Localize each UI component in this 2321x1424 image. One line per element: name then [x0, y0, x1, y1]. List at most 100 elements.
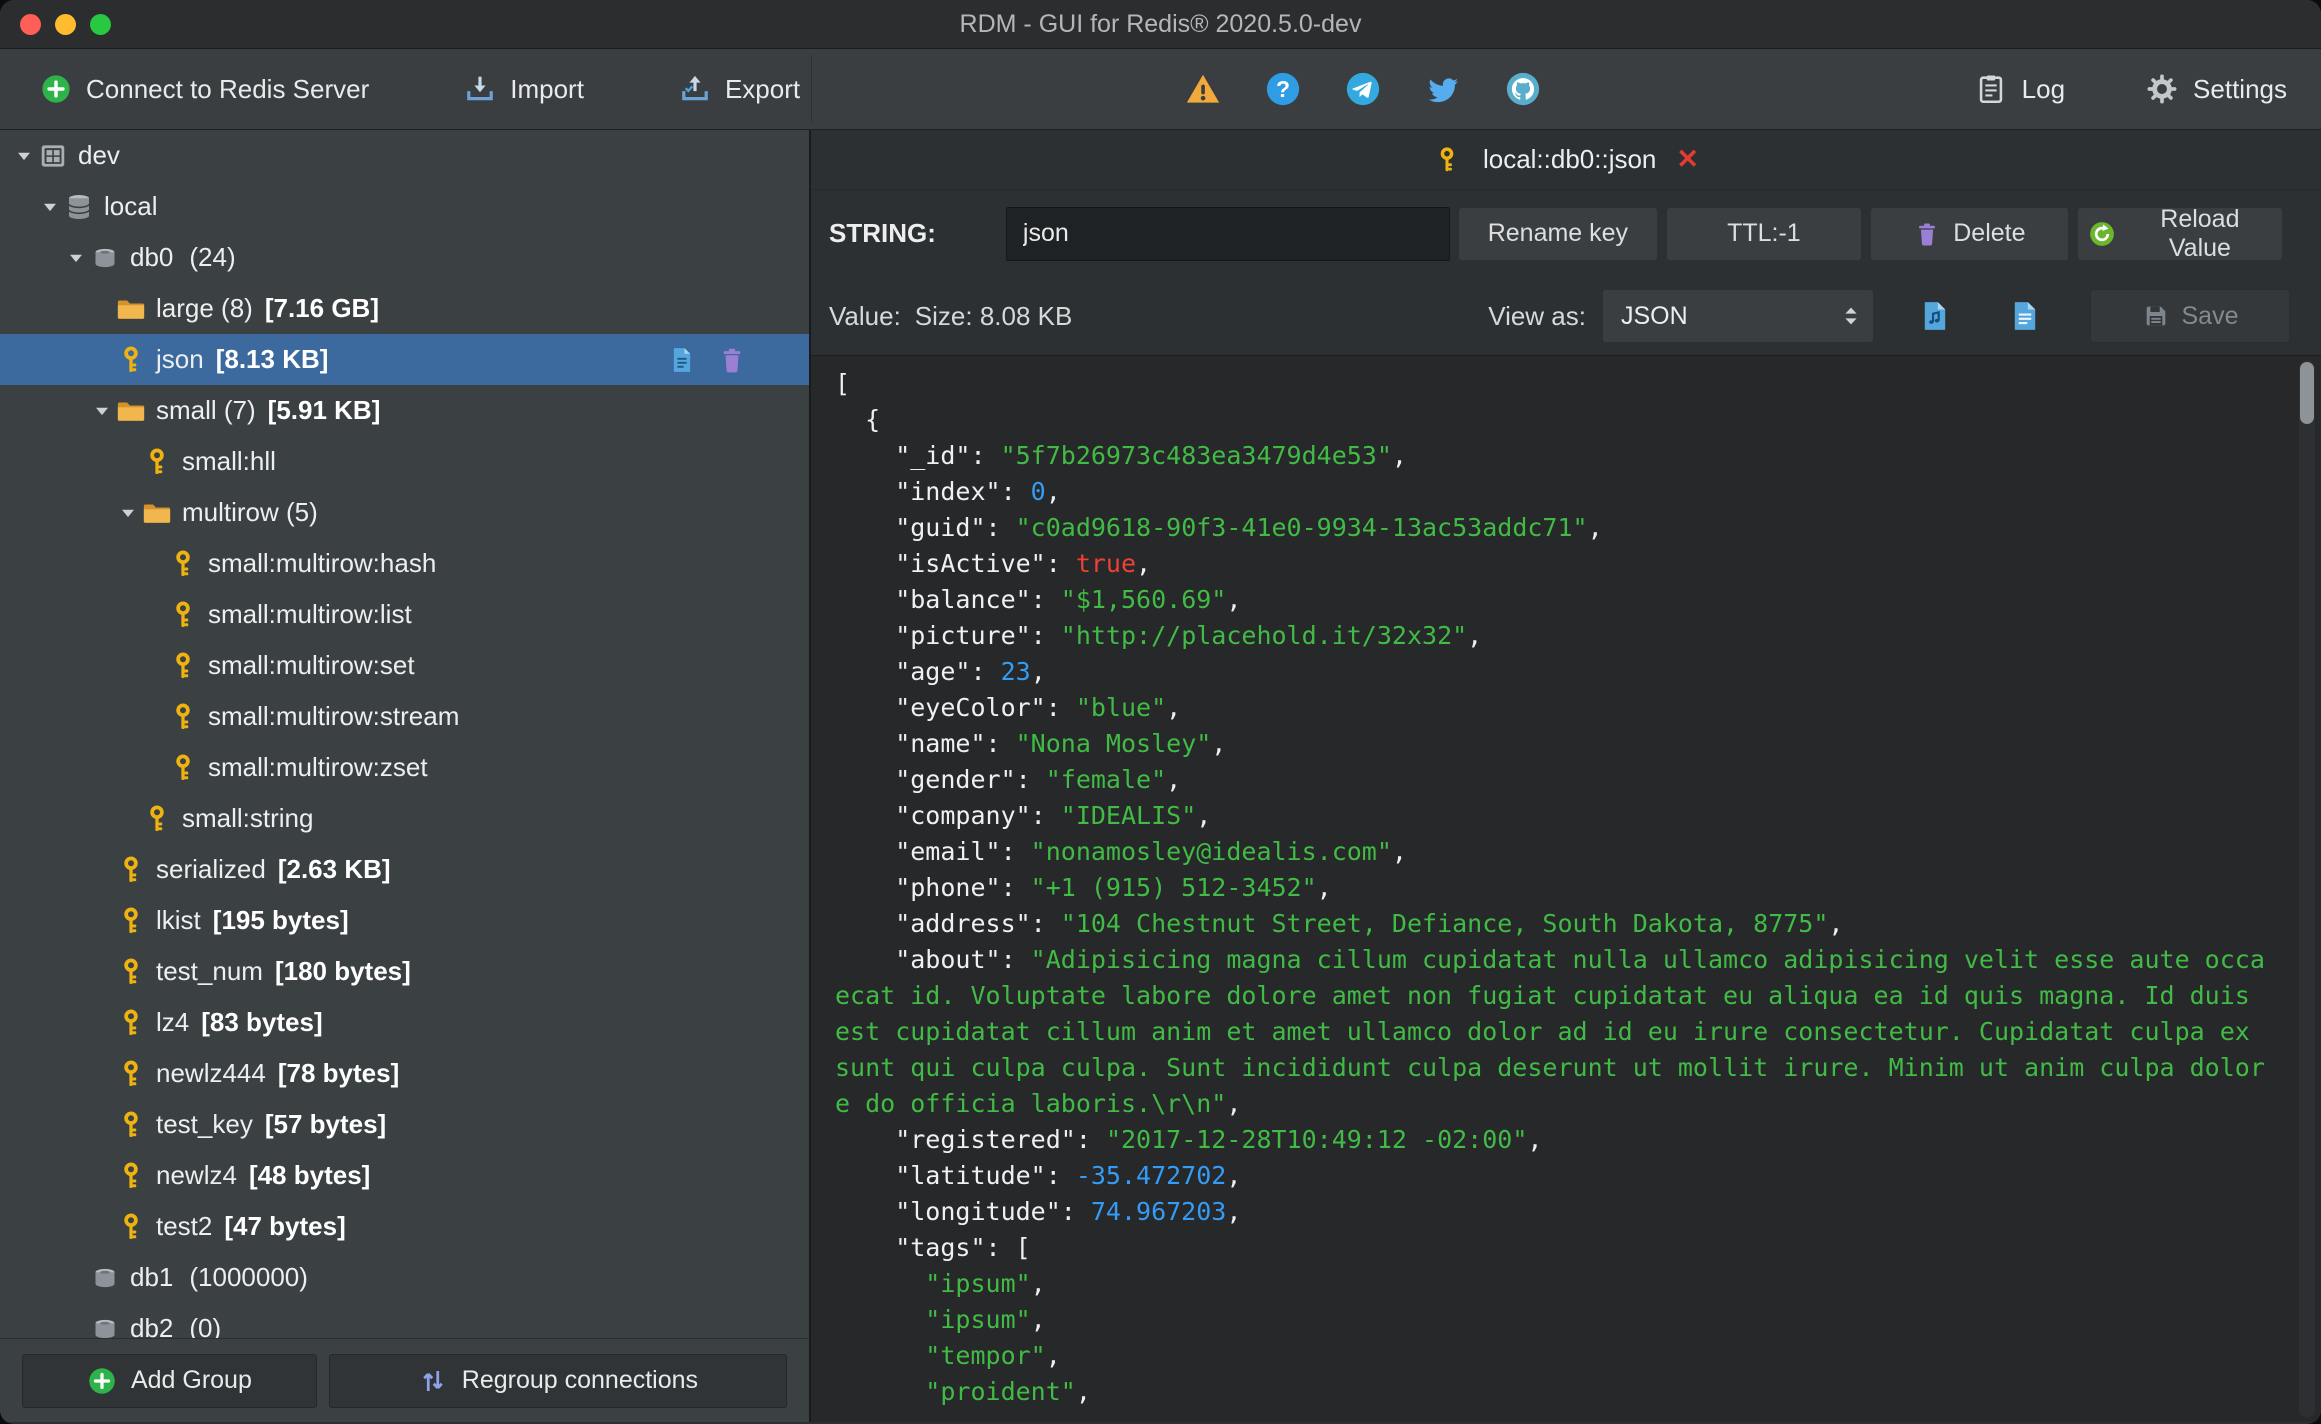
sidebar-bottom-bar: Add Group Regroup connections [0, 1338, 809, 1422]
tree-item-size: [2.63 KB] [277, 854, 391, 884]
regroup-connections-button[interactable]: Regroup connections [328, 1353, 787, 1408]
tree-item-large-8[interactable]: large (8) [7.16 GB] [0, 283, 809, 334]
tree-item-test2[interactable]: test2 [47 bytes] [0, 1201, 809, 1252]
view-as-select[interactable]: JSON [1602, 289, 1874, 343]
tree-item-small-multirow-zset[interactable]: small:multirow:zset [0, 742, 809, 793]
export-button[interactable]: Export [679, 73, 800, 105]
code-line: e do officia laboris.\r\n", [835, 1089, 1242, 1118]
tree-item-small-7[interactable]: small (7) [5.91 KB] [0, 385, 809, 436]
code-line: "name": "Nona Mosley", [835, 729, 1227, 758]
tree-item-json[interactable]: json [8.13 KB] [0, 334, 809, 385]
open-external-editor-icon[interactable] [1918, 299, 1952, 333]
database-icon [64, 192, 94, 222]
close-tab-icon[interactable]: ✕ [1676, 144, 1699, 175]
log-button[interactable]: Log [1974, 72, 2065, 106]
tree-item-small-hll[interactable]: small:hll [0, 436, 809, 487]
tree-item-small-multirow-set[interactable]: small:multirow:set [0, 640, 809, 691]
twitter-icon[interactable] [1424, 70, 1462, 108]
trash-icon [1913, 220, 1941, 248]
tree-item-multirow-5[interactable]: multirow (5) [0, 487, 809, 538]
import-button[interactable]: Import [464, 73, 584, 105]
key-icon [142, 447, 172, 477]
toolbar-right: Log Settings [1974, 49, 2287, 129]
expander-icon[interactable] [36, 196, 64, 218]
tree-item-label: small:multirow:set [208, 650, 415, 680]
editor-scrollbar-thumb[interactable] [2300, 362, 2314, 424]
close-window-button[interactable] [20, 13, 41, 35]
code-line: "phone": "+1 (915) 512-3452", [835, 873, 1332, 902]
tree-item-label: small:multirow:zset [208, 752, 428, 782]
view-as-label: View as: [1488, 300, 1586, 331]
expander-icon[interactable] [62, 247, 90, 269]
delete-key-button[interactable]: Delete [1869, 206, 2069, 261]
tree-item-label: lkist [156, 905, 201, 935]
export-icon [679, 73, 711, 105]
db-icon [90, 1263, 120, 1293]
expander-icon[interactable] [88, 400, 116, 422]
tree-item-test-num[interactable]: test_num [180 bytes] [0, 946, 809, 997]
delete-label: Delete [1953, 219, 2026, 247]
tree-item-dev[interactable]: dev [0, 130, 809, 181]
expander-icon[interactable] [10, 145, 38, 167]
key-icon [168, 702, 198, 732]
tree-item-label: small:hll [182, 446, 276, 476]
connect-to-server-button[interactable]: Connect to Redis Server [40, 73, 369, 105]
github-icon[interactable] [1504, 70, 1542, 108]
ttl-button[interactable]: TTL:-1 [1665, 206, 1862, 261]
folder-icon [116, 396, 146, 426]
code-line: [ [835, 369, 851, 398]
tree-item-label: small:string [182, 803, 314, 833]
tree-item-small-multirow-list[interactable]: small:multirow:list [0, 589, 809, 640]
code-line: "_id": "5f7b26973c483ea3479d4e53", [835, 441, 1407, 470]
log-label: Log [2021, 73, 2066, 104]
code-line: { [835, 405, 881, 434]
tree-item-small-multirow-stream[interactable]: small:multirow:stream [0, 691, 809, 742]
expander-icon[interactable] [114, 502, 142, 524]
key-icon [116, 1212, 146, 1242]
tree-item-lz4[interactable]: lz4 [83 bytes] [0, 997, 809, 1048]
save-button[interactable]: Save [2090, 289, 2290, 343]
value-editor[interactable]: [ { "_id": "5f7b26973c483ea3479d4e53", "… [811, 355, 2321, 1422]
zoom-window-button[interactable] [90, 13, 111, 35]
save-icon [2142, 302, 2170, 330]
code-line: "eyeColor": "blue", [835, 693, 1182, 722]
tree-item-size: [83 bytes] [201, 1007, 323, 1037]
tree-item-local[interactable]: local [0, 181, 809, 232]
tree-item-size: [7.16 GB] [264, 293, 379, 323]
tree-item-label: json [156, 344, 204, 374]
code-line: "tempor", [835, 1341, 1061, 1370]
add-group-button[interactable]: Add Group [22, 1353, 317, 1408]
reload-value-button[interactable]: Reload Value [2076, 205, 2283, 262]
telegram-icon[interactable] [1344, 70, 1382, 108]
tree-item-label: small:multirow:hash [208, 548, 437, 578]
tree-item-label: small:multirow:list [208, 599, 412, 629]
tree-item-test-key[interactable]: test_key [57 bytes] [0, 1099, 809, 1150]
tree-item-serialized[interactable]: serialized [2.63 KB] [0, 844, 809, 895]
tree-item-lkist[interactable]: lkist [195 bytes] [0, 895, 809, 946]
minimize-window-button[interactable] [55, 13, 76, 35]
warning-icon[interactable] [1184, 70, 1222, 108]
tree-item-newlz444[interactable]: newlz444 [78 bytes] [0, 1048, 809, 1099]
tree-item-label: small:multirow:stream [208, 701, 460, 731]
rename-key-button[interactable]: Rename key [1457, 206, 1658, 261]
settings-button[interactable]: Settings [2145, 72, 2287, 106]
open-as-text-icon[interactable] [2008, 299, 2042, 333]
code-line: est cupidatat cillum anim et amet ullamc… [835, 1017, 2250, 1046]
value-editor-code: [ { "_id": "5f7b26973c483ea3479d4e53", "… [835, 366, 2321, 1410]
code-line: "picture": "http://placehold.it/32x32", [835, 621, 1483, 650]
tab-local-db0-json[interactable]: local::db0::json ✕ [1433, 144, 1699, 175]
tree-item-small-string[interactable]: small:string [0, 793, 809, 844]
editor-scrollbar[interactable] [2299, 360, 2315, 1418]
tree-item-small-multirow-hash[interactable]: small:multirow:hash [0, 538, 809, 589]
key-name-input[interactable] [1005, 206, 1450, 261]
save-label: Save [2181, 301, 2239, 330]
tree-item-db0[interactable]: db0 (24) [0, 232, 809, 283]
help-icon[interactable]: ? [1264, 70, 1302, 108]
edit-key-icon[interactable] [667, 345, 697, 375]
tree-item-db1[interactable]: db1 (1000000) [0, 1252, 809, 1303]
server-icon [38, 141, 68, 171]
tree-item-label: local [104, 191, 158, 221]
tree-item-newlz4[interactable]: newlz4 [48 bytes] [0, 1150, 809, 1201]
tree-item-db2[interactable]: db2 (0) [0, 1303, 809, 1338]
delete-key-icon[interactable] [717, 345, 747, 375]
